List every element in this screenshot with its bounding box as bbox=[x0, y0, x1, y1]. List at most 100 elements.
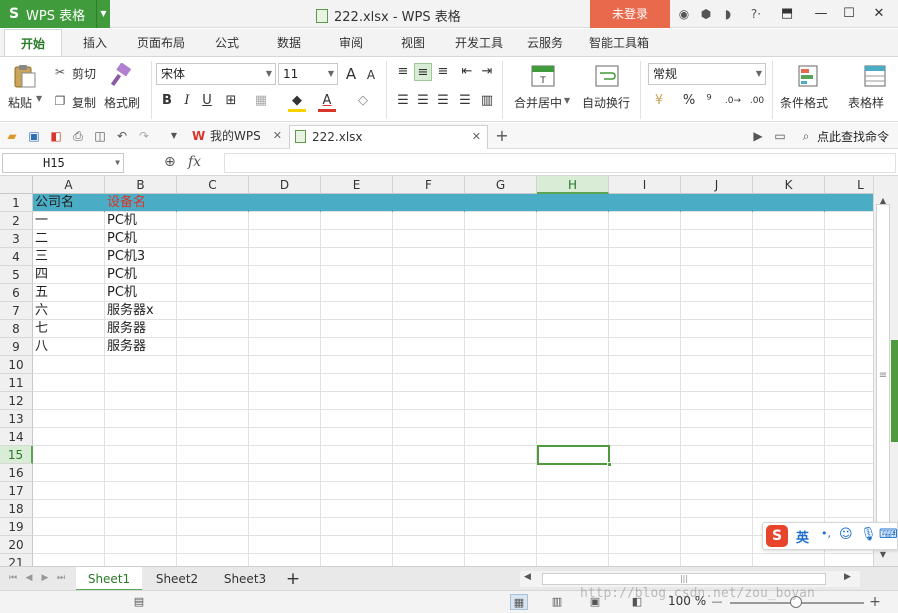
microphone-icon[interactable]: 🎙 bbox=[860, 527, 877, 542]
close-icon[interactable]: ✕ bbox=[273, 125, 282, 147]
doc-tab-my-wps[interactable]: W 我的WPS ✕ bbox=[188, 125, 288, 149]
cell-k12[interactable] bbox=[753, 392, 825, 410]
justify-icon[interactable]: ☰ bbox=[456, 92, 474, 110]
cell-k6[interactable] bbox=[753, 284, 825, 302]
cell-i9[interactable] bbox=[609, 338, 681, 356]
underline-button[interactable]: U bbox=[198, 92, 216, 110]
cell-k8[interactable] bbox=[753, 320, 825, 338]
cell-i19[interactable] bbox=[609, 518, 681, 536]
column-header-g[interactable]: G bbox=[465, 176, 537, 194]
cell-c2[interactable] bbox=[177, 212, 249, 230]
cell-e4[interactable] bbox=[321, 248, 393, 266]
cell-f19[interactable] bbox=[393, 518, 465, 536]
cell-g19[interactable] bbox=[465, 518, 537, 536]
row-header[interactable]: 9 bbox=[0, 338, 33, 356]
cell-a5[interactable]: 四 bbox=[33, 266, 105, 284]
active-cell-cursor[interactable] bbox=[537, 445, 612, 467]
sheet-tab-sheet3[interactable]: Sheet3 bbox=[214, 567, 276, 591]
column-header-h[interactable]: H bbox=[537, 176, 609, 194]
cell-b2[interactable]: PC机 bbox=[105, 212, 177, 230]
tab-home[interactable]: 开始 bbox=[4, 29, 62, 57]
increase-indent-icon[interactable]: ⇥ bbox=[478, 63, 496, 81]
cell-g15[interactable] bbox=[465, 446, 537, 464]
cell-d21[interactable] bbox=[249, 554, 321, 566]
formula-input[interactable] bbox=[224, 153, 896, 173]
cell-j15[interactable] bbox=[681, 446, 753, 464]
cell-b16[interactable] bbox=[105, 464, 177, 482]
increase-decimal-icon[interactable]: .0→ bbox=[724, 92, 742, 110]
column-header-a[interactable]: A bbox=[33, 176, 105, 194]
save-icon[interactable]: ▣ bbox=[26, 128, 42, 144]
cell-f2[interactable] bbox=[393, 212, 465, 230]
sheet-tab-sheet1[interactable]: Sheet1 bbox=[76, 567, 142, 591]
cell-l1[interactable] bbox=[825, 194, 873, 212]
cell-k4[interactable] bbox=[753, 248, 825, 266]
row-header[interactable]: 19 bbox=[0, 518, 33, 536]
cell-j6[interactable] bbox=[681, 284, 753, 302]
bold-button[interactable]: B bbox=[158, 92, 176, 110]
cell-j7[interactable] bbox=[681, 302, 753, 320]
cell-e7[interactable] bbox=[321, 302, 393, 320]
scroll-left-icon[interactable]: ◀ bbox=[524, 572, 531, 582]
cell-j18[interactable] bbox=[681, 500, 753, 518]
cell-l4[interactable] bbox=[825, 248, 873, 266]
cell-a2[interactable]: 一 bbox=[33, 212, 105, 230]
cell-b7[interactable]: 服务器x bbox=[105, 302, 177, 320]
cell-e13[interactable] bbox=[321, 410, 393, 428]
cell-c13[interactable] bbox=[177, 410, 249, 428]
cell-c19[interactable] bbox=[177, 518, 249, 536]
percent-button[interactable]: % bbox=[680, 92, 698, 110]
cell-l10[interactable] bbox=[825, 356, 873, 374]
tab-insert[interactable]: 插入 bbox=[72, 29, 118, 57]
font-color-icon[interactable]: A bbox=[318, 92, 336, 110]
cell-g21[interactable] bbox=[465, 554, 537, 566]
cell-b3[interactable]: PC机 bbox=[105, 230, 177, 248]
row-header[interactable]: 20 bbox=[0, 536, 33, 554]
column-header-l[interactable]: L bbox=[825, 176, 873, 194]
cell-h6[interactable] bbox=[537, 284, 609, 302]
cell-b15[interactable] bbox=[105, 446, 177, 464]
paste-button[interactable]: 粘贴 bbox=[8, 94, 32, 111]
tab-formulas[interactable]: 公式 bbox=[204, 29, 250, 57]
cell-h10[interactable] bbox=[537, 356, 609, 374]
cell-l2[interactable] bbox=[825, 212, 873, 230]
ime-toolbar[interactable]: S 英 •, ☺ 🎙 ⌨ bbox=[762, 522, 898, 550]
row-header[interactable]: 10 bbox=[0, 356, 33, 374]
cell-a9[interactable]: 八 bbox=[33, 338, 105, 356]
cell-k15[interactable] bbox=[753, 446, 825, 464]
comma-button[interactable]: ⁹ bbox=[700, 92, 718, 110]
cell-k11[interactable] bbox=[753, 374, 825, 392]
cell-j17[interactable] bbox=[681, 482, 753, 500]
decrease-decimal-icon[interactable]: .00 bbox=[748, 92, 766, 110]
cell-e1[interactable] bbox=[321, 194, 393, 212]
cell-l9[interactable] bbox=[825, 338, 873, 356]
cell-c16[interactable] bbox=[177, 464, 249, 482]
cell-i13[interactable] bbox=[609, 410, 681, 428]
cell-g8[interactable] bbox=[465, 320, 537, 338]
cell-b1[interactable]: 设备名 bbox=[105, 194, 177, 212]
cell-a13[interactable] bbox=[33, 410, 105, 428]
merge-dropdown-icon[interactable]: ▼ bbox=[564, 96, 570, 105]
cell-k17[interactable] bbox=[753, 482, 825, 500]
cell-i21[interactable] bbox=[609, 554, 681, 566]
add-sheet-button[interactable]: + bbox=[282, 567, 304, 591]
cell-k2[interactable] bbox=[753, 212, 825, 230]
search-icon[interactable]: ⌕ bbox=[798, 128, 814, 144]
cell-i1[interactable] bbox=[609, 194, 681, 212]
horizontal-scrollbar[interactable]: ◀ ||| ▶ bbox=[520, 571, 860, 587]
copy-button[interactable]: 复制 bbox=[72, 94, 96, 111]
cell-a6[interactable]: 五 bbox=[33, 284, 105, 302]
customize-toolbar-icon[interactable]: ▼ bbox=[166, 128, 182, 144]
column-header-c[interactable]: C bbox=[177, 176, 249, 194]
cell-g16[interactable] bbox=[465, 464, 537, 482]
cell-k14[interactable] bbox=[753, 428, 825, 446]
font-name-select[interactable]: 宋体 ▼ bbox=[156, 63, 276, 85]
cell-f7[interactable] bbox=[393, 302, 465, 320]
cell-f17[interactable] bbox=[393, 482, 465, 500]
close-icon[interactable]: ✕ bbox=[472, 126, 481, 148]
cell-i18[interactable] bbox=[609, 500, 681, 518]
row-header[interactable]: 3 bbox=[0, 230, 33, 248]
cell-d6[interactable] bbox=[249, 284, 321, 302]
wrap-text-button[interactable]: 自动换行 bbox=[582, 94, 630, 111]
row-header[interactable]: 16 bbox=[0, 464, 33, 482]
